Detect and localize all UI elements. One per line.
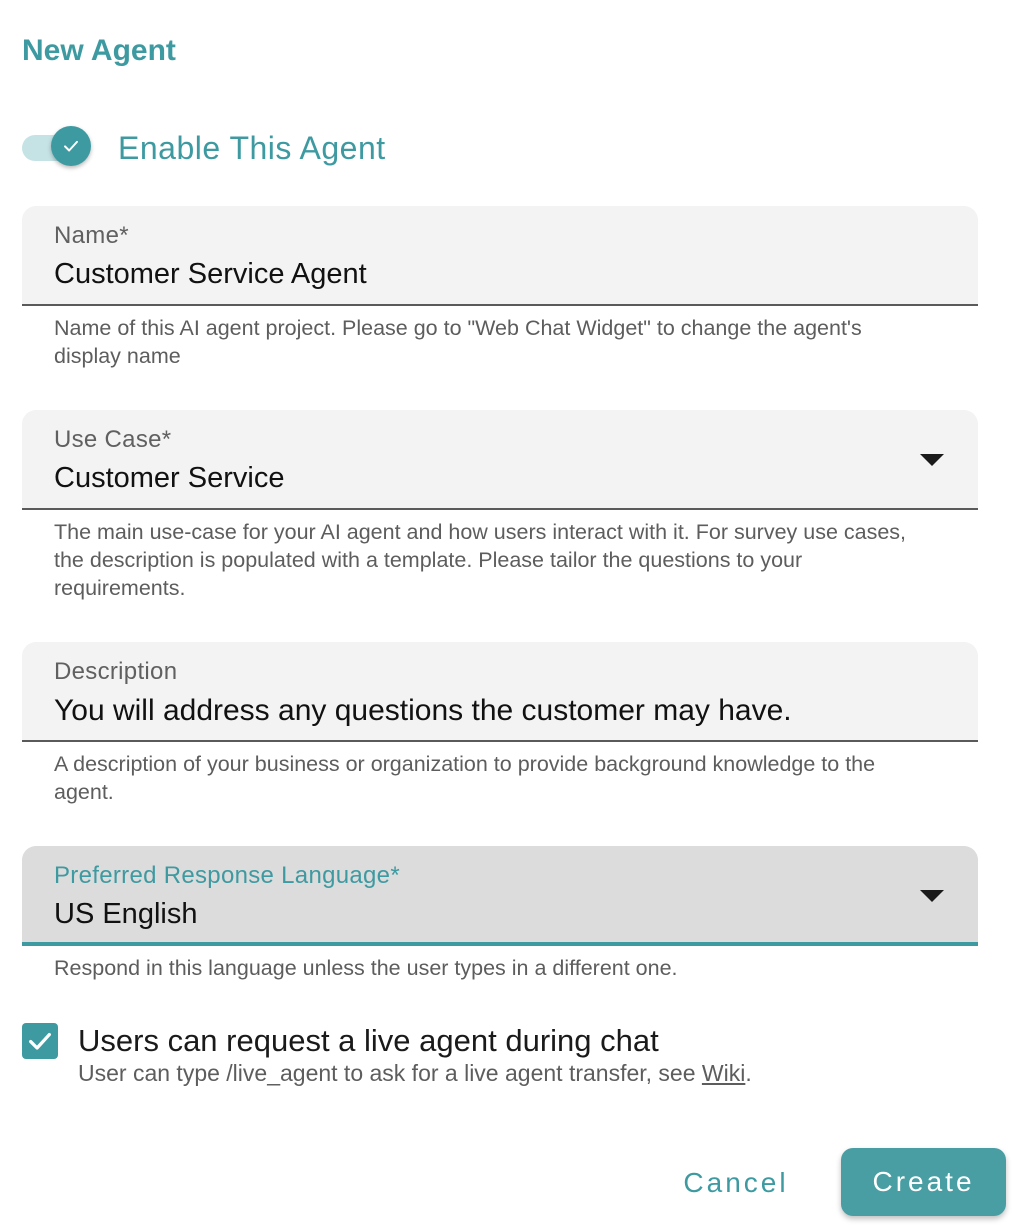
language-select[interactable]: Preferred Response Language* US English	[22, 846, 978, 946]
dialog-title: New Agent	[22, 34, 176, 67]
check-icon	[64, 140, 78, 152]
dropdown-arrow-icon	[920, 454, 944, 466]
new-agent-dialog: New Agent Enable This Agent Name* Custom…	[0, 0, 1032, 1230]
create-button[interactable]: Create	[841, 1148, 1006, 1216]
wiki-link[interactable]: Wiki	[702, 1060, 745, 1086]
description-helper: A description of your business or organi…	[54, 752, 876, 804]
description-field[interactable]: Description You will address any questio…	[22, 642, 978, 742]
toggle-thumb	[51, 126, 91, 166]
description-label: Description	[54, 658, 178, 685]
live-agent-helper: User can type /live_agent to ask for a l…	[78, 1060, 752, 1086]
use-case-label: Use Case*	[54, 426, 172, 453]
name-field-value: Customer Service Agent	[54, 258, 367, 290]
check-icon	[29, 1032, 51, 1050]
enable-agent-toggle[interactable]	[22, 126, 92, 170]
name-field-helper: Name of this AI agent project. Please go…	[54, 316, 862, 368]
description-value: You will address any questions the custo…	[54, 694, 792, 727]
language-value: US English	[54, 898, 198, 930]
language-helper: Respond in this language unless the user…	[54, 956, 678, 980]
dropdown-arrow-icon	[920, 890, 944, 902]
live-agent-label: Users can request a live agent during ch…	[78, 1023, 659, 1058]
use-case-helper: The main use-case for your AI agent and …	[54, 520, 907, 600]
enable-agent-label: Enable This Agent	[118, 129, 386, 166]
name-field[interactable]: Name* Customer Service Agent	[22, 206, 978, 306]
enable-agent-row: Enable This Agent	[22, 126, 386, 170]
use-case-value: Customer Service	[54, 462, 285, 494]
language-label: Preferred Response Language*	[54, 862, 400, 889]
cancel-button[interactable]: Cancel	[666, 1150, 806, 1216]
use-case-select[interactable]: Use Case* Customer Service	[22, 410, 978, 510]
live-agent-checkbox[interactable]	[22, 1023, 58, 1059]
name-field-label: Name*	[54, 222, 129, 249]
